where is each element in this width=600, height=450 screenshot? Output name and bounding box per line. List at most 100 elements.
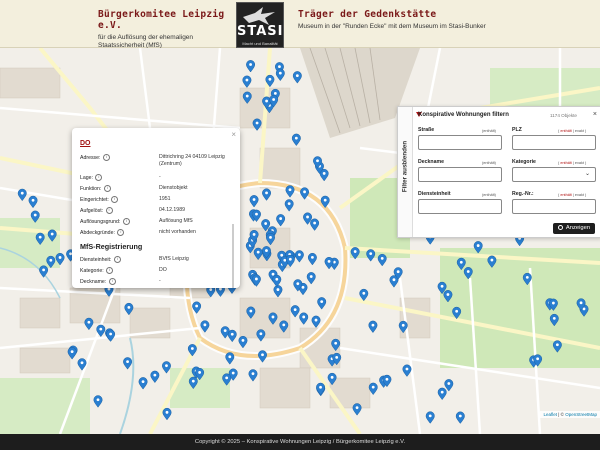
- map-pin-icon[interactable]: [162, 407, 172, 421]
- map-pin-icon[interactable]: [291, 133, 301, 147]
- map-pin-icon[interactable]: [284, 199, 294, 212]
- kategorie-select[interactable]: ⌄: [512, 167, 596, 182]
- map-pin-icon[interactable]: [352, 403, 362, 416]
- map-pin-icon[interactable]: [17, 188, 27, 202]
- map-pin-icon[interactable]: [299, 312, 309, 325]
- map-pin-icon[interactable]: [276, 214, 286, 227]
- map-pin-icon[interactable]: [28, 195, 38, 209]
- map-pin-icon[interactable]: [93, 395, 103, 408]
- popup-title[interactable]: DO: [80, 140, 91, 147]
- map-pin-icon[interactable]: [275, 68, 285, 82]
- map-pin-icon[interactable]: [290, 305, 300, 318]
- regnr-input[interactable]: [512, 199, 596, 214]
- map-pin-icon[interactable]: [256, 329, 266, 342]
- map-pin-icon[interactable]: [252, 118, 262, 131]
- map-pin-icon[interactable]: [310, 218, 320, 231]
- deckname-input[interactable]: [418, 167, 502, 182]
- popup-close-button[interactable]: ×: [231, 130, 236, 139]
- map-pin-dot: [256, 250, 260, 254]
- map-pin-icon[interactable]: [307, 252, 317, 266]
- map-pin-icon[interactable]: [200, 320, 210, 333]
- map-pin-icon[interactable]: [248, 369, 258, 382]
- map-pin-icon[interactable]: [366, 249, 376, 262]
- map-pin-icon[interactable]: [242, 75, 252, 88]
- hint-exact-toggle[interactable]: | exakt ): [572, 161, 586, 165]
- osm-link[interactable]: OpenStreetMap: [565, 412, 597, 417]
- map-pin-icon[interactable]: [138, 377, 148, 390]
- map-pin-icon[interactable]: [162, 361, 171, 374]
- map-pin-dot: [252, 198, 256, 201]
- popup-label: Lage:: [80, 174, 93, 181]
- filter-close-button[interactable]: ×: [593, 111, 597, 118]
- map-pin-icon[interactable]: [324, 256, 334, 270]
- plz-input[interactable]: [512, 135, 596, 150]
- map-pin-dot: [316, 159, 319, 163]
- map-pin-icon[interactable]: [106, 329, 116, 342]
- map-pin-icon[interactable]: [220, 326, 230, 339]
- map-pin-icon[interactable]: [294, 250, 304, 263]
- info-icon[interactable]: i: [103, 185, 111, 192]
- popup-value: nicht vorhanden: [159, 229, 196, 235]
- map-pin-icon[interactable]: [84, 317, 94, 331]
- map-pin-icon[interactable]: [316, 382, 325, 396]
- map-pin-icon[interactable]: [227, 329, 237, 343]
- map-pin-dot: [353, 250, 357, 253]
- map-pin-icon[interactable]: [368, 320, 378, 334]
- map-pin-dot: [80, 361, 84, 365]
- map-pin-icon[interactable]: [368, 382, 378, 396]
- map-pin-icon[interactable]: [359, 288, 369, 302]
- map-pin-icon[interactable]: [238, 335, 248, 349]
- hint-exact-toggle[interactable]: | exakt ): [572, 193, 586, 197]
- map-pin-dot: [440, 284, 444, 288]
- header-right-title[interactable]: Träger der Gedenkstätte: [298, 9, 498, 20]
- map-pin-icon[interactable]: [402, 364, 412, 377]
- map-view[interactable]: × DO Adresse: i Dittrichring 24 04109 Le…: [0, 48, 600, 434]
- map-pin-icon[interactable]: [258, 350, 267, 363]
- hint-exact-toggle[interactable]: | exakt ): [572, 129, 586, 133]
- hint-contains-toggle[interactable]: enthält: [560, 161, 571, 165]
- map-pin-icon[interactable]: [455, 411, 465, 424]
- diensteinheit-input[interactable]: [418, 199, 502, 214]
- map-pin-icon[interactable]: [39, 265, 49, 278]
- info-icon[interactable]: i: [106, 267, 114, 274]
- header-left-title[interactable]: Bürgerkomitee Leipzig e.V.: [98, 9, 238, 31]
- map-pin-icon[interactable]: [311, 315, 321, 328]
- leaflet-link[interactable]: Leaflet: [543, 412, 557, 417]
- map-pin-dot: [279, 217, 283, 220]
- hint-contains-toggle[interactable]: enthält: [560, 193, 571, 197]
- map-pin-icon[interactable]: [246, 60, 256, 73]
- map-pin-icon[interactable]: [272, 274, 282, 288]
- map-pin-icon[interactable]: [249, 195, 259, 208]
- map-pin-icon[interactable]: [306, 272, 316, 285]
- popup-value: -: [159, 278, 161, 284]
- info-icon[interactable]: i: [95, 174, 103, 181]
- map-pin-icon[interactable]: [251, 274, 261, 287]
- hint-contains-toggle[interactable]: enthält: [560, 129, 571, 133]
- info-icon[interactable]: i: [111, 196, 119, 203]
- map-pin-icon[interactable]: [285, 185, 295, 198]
- map-pin-icon[interactable]: [425, 411, 435, 424]
- info-icon[interactable]: i: [117, 229, 125, 236]
- popup-scrollbar[interactable]: [232, 224, 234, 288]
- map-pin-icon[interactable]: [292, 71, 302, 84]
- strasse-input[interactable]: [418, 135, 502, 150]
- map-pin-dot: [458, 414, 462, 418]
- map-pin-icon[interactable]: [317, 297, 327, 310]
- filter-toggle-tab[interactable]: Filter ausblenden: [398, 107, 413, 237]
- map-pin-icon[interactable]: [262, 188, 271, 201]
- map-pin-icon[interactable]: [150, 370, 160, 384]
- map-pin-icon[interactable]: [377, 253, 387, 267]
- info-icon[interactable]: i: [108, 278, 116, 285]
- map-pin-icon[interactable]: [437, 387, 447, 401]
- map-pin-icon[interactable]: [225, 352, 235, 365]
- map-pin-icon[interactable]: [273, 285, 283, 298]
- stasi-logo[interactable]: STASI Macht und Banalität: [236, 2, 284, 48]
- info-icon[interactable]: i: [122, 218, 130, 225]
- info-icon[interactable]: i: [113, 256, 121, 263]
- show-results-button[interactable]: Anzeigen: [553, 223, 595, 234]
- map-pin-icon[interactable]: [444, 379, 454, 392]
- show-results-label: Anzeigen: [565, 225, 591, 231]
- info-icon[interactable]: i: [102, 154, 110, 161]
- info-icon[interactable]: i: [105, 207, 113, 214]
- map-pin-icon[interactable]: [123, 357, 133, 370]
